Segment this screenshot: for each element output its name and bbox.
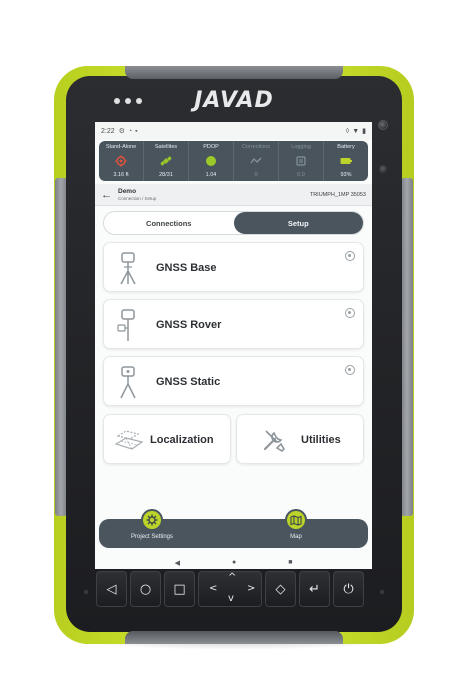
gnss-value: 93% (340, 172, 352, 178)
status-time: 2:22 (101, 127, 115, 135)
map-icon (285, 509, 307, 531)
gnss-label: Battery (337, 144, 355, 150)
front-camera (378, 120, 388, 130)
gnss-value: 1.04 (205, 172, 217, 178)
notification-icon: ▪ (135, 127, 138, 135)
wifi-icon: ▼ (352, 127, 360, 135)
hardware-keypad: ◁ ○ □ ^ < > v ◇ ↵ ⏻ (96, 571, 372, 607)
gear-icon (141, 509, 164, 531)
indicator-dots (114, 98, 142, 104)
dpad-left-icon[interactable]: < (209, 583, 217, 594)
hw-back-key[interactable]: ◁ (96, 571, 127, 607)
target-icon (115, 155, 127, 167)
gnss-value: 0.0 (297, 172, 305, 178)
right-grip (401, 178, 413, 516)
battery-icon: ▮ (362, 128, 366, 135)
localization-label: Localization (150, 434, 214, 446)
gnss-cell-battery[interactable]: Battery 93% (324, 141, 368, 181)
gnss-static-card[interactable]: GNSS Static (103, 356, 364, 406)
gnss-cell-satellites[interactable]: Satellites 28/31 (144, 141, 189, 181)
gnss-label: Stand-Alone (105, 144, 137, 150)
static-tripod-icon (120, 366, 136, 399)
gnss-value: 28/31 (159, 172, 173, 178)
android-status-bar: 2:22 ⚙ ◔ ▪ ◊ ▼ ▮ (95, 122, 372, 140)
gnss-label: Logging (291, 144, 311, 150)
gnss-cell-pdop[interactable]: PDOP 1.04 (189, 141, 234, 181)
hw-diamond-key[interactable]: ◇ (265, 571, 296, 607)
sync-icon: ◔ (127, 127, 133, 135)
back-arrow-icon[interactable]: ← (101, 189, 112, 200)
app-title-bar: ← Demo Connection / Setup TRIUMPH_1MP 35… (95, 184, 372, 206)
hw-recents-key[interactable]: □ (164, 571, 195, 607)
gnss-rover-radio[interactable] (345, 308, 355, 318)
utilities-label: Utilities (301, 434, 341, 446)
light-sensor (379, 165, 388, 174)
top-bumper (125, 66, 343, 79)
rover-icon (117, 309, 135, 341)
gnss-label: Satellites (154, 144, 178, 150)
gnss-rover-card[interactable]: GNSS Rover (103, 299, 364, 349)
android-home-icon[interactable]: ● (232, 559, 236, 566)
right-led (380, 590, 384, 594)
map-button[interactable]: Map (285, 509, 307, 540)
localization-grid-icon (114, 430, 144, 450)
screen: 2:22 ⚙ ◔ ▪ ◊ ▼ ▮ Stand-Alone 3.16 ft Sat… (95, 122, 372, 569)
hw-power-key[interactable]: ⏻ (333, 571, 364, 607)
segmented-tabs: Connections Setup (103, 211, 364, 235)
project-settings-label: Project Settings (131, 534, 174, 540)
bottom-bumper (125, 631, 343, 644)
dot-icon (206, 156, 216, 166)
android-nav-bar: ◀ ● ■ (95, 556, 372, 569)
utilities-card[interactable]: Utilities (236, 414, 364, 464)
gnss-label: PDOP (203, 144, 219, 150)
tab-setup[interactable]: Setup (233, 212, 363, 234)
android-back-icon[interactable]: ◀ (175, 559, 180, 567)
base-station-icon (120, 252, 136, 285)
gnss-base-radio[interactable] (345, 251, 355, 261)
dpad-right-icon[interactable]: > (247, 583, 255, 594)
hw-home-key[interactable]: ○ (130, 571, 161, 607)
settings-icon: ⚙ (118, 128, 125, 135)
vibrate-icon: ◊ (345, 127, 350, 135)
gnss-value: 3.16 ft (113, 172, 129, 178)
gnss-value: 0 (254, 172, 258, 178)
android-recents-icon[interactable]: ■ (288, 559, 292, 566)
project-title: Demo (118, 188, 137, 195)
hw-dpad[interactable]: ^ < > v (198, 571, 262, 607)
map-label: Map (290, 534, 302, 540)
log-icon (296, 156, 306, 166)
tab-connections[interactable]: Connections (104, 212, 234, 234)
left-led (84, 590, 88, 594)
bottom-navigation: Project Settings Map (99, 509, 368, 548)
gnss-base-card[interactable]: GNSS Base (103, 242, 364, 292)
signal-icon (250, 157, 262, 164)
gnss-static-radio[interactable] (345, 365, 355, 375)
satellite-icon (160, 156, 172, 166)
battery-icon (340, 158, 352, 164)
gnss-status-panel[interactable]: Stand-Alone 3.16 ft Satellites 28/31 PDO… (99, 141, 368, 181)
gnss-base-label: GNSS Base (156, 262, 217, 274)
gnss-cell-corrections[interactable]: Corrections 0 (234, 141, 279, 181)
dpad-up-icon[interactable]: ^ (228, 572, 236, 583)
localization-card[interactable]: Localization (103, 414, 231, 464)
dpad-down-icon[interactable]: v (228, 593, 234, 604)
gnss-static-label: GNSS Static (156, 376, 221, 388)
wrench-screwdriver-icon (263, 430, 286, 453)
gnss-cell-position[interactable]: Stand-Alone 3.16 ft (99, 141, 144, 181)
breadcrumb: Connection / Setup (118, 196, 157, 201)
project-settings-button[interactable]: Project Settings (131, 509, 173, 540)
gnss-rover-label: GNSS Rover (156, 319, 222, 331)
gnss-cell-logging[interactable]: Logging 0.0 (279, 141, 324, 181)
gnss-label: Corrections (241, 144, 271, 150)
receiver-name: TRIUMPH_1MP 35053 (309, 191, 366, 198)
hw-enter-key[interactable]: ↵ (299, 571, 330, 607)
brand-logo: JAVAD (194, 88, 274, 113)
